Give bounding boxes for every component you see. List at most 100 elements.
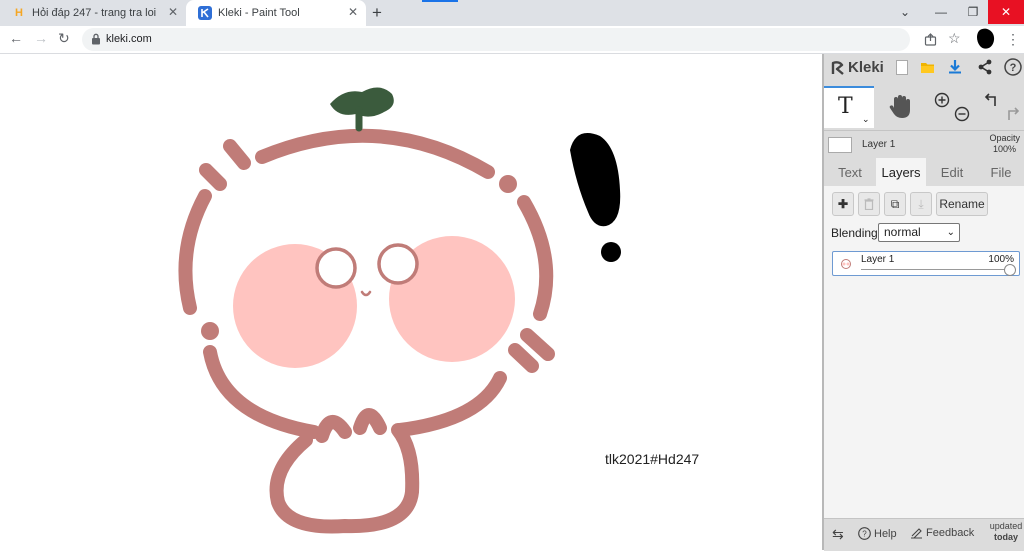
browser-toolbar: ← → ↻ kleki.com ☆ ⋮ xyxy=(0,26,1024,54)
bookmark-star-icon[interactable]: ☆ xyxy=(948,30,961,47)
canvas-artwork xyxy=(178,87,621,534)
layer-list-item[interactable]: Layer 1 100% xyxy=(832,251,1020,276)
layer-thumbnail xyxy=(828,137,852,153)
rename-layer-button[interactable]: Rename xyxy=(936,192,988,216)
tab-file[interactable]: File xyxy=(978,158,1024,186)
head-right-dot xyxy=(499,175,517,193)
tab-hoidap[interactable]: H Hỏi đáp 247 - trang tra loi ✕ xyxy=(0,0,186,26)
help-label: Help xyxy=(874,527,897,540)
trash-icon xyxy=(864,198,874,210)
undo-icon[interactable] xyxy=(984,92,1000,108)
layer-opacity-slider-track[interactable] xyxy=(861,269,1007,270)
help-link[interactable]: ? Help xyxy=(858,527,897,540)
blending-value: normal xyxy=(884,225,921,239)
chin-shape xyxy=(269,423,420,534)
updated-when: today xyxy=(993,532,1018,542)
updated-badge[interactable]: updated today xyxy=(988,521,1024,543)
browser-tab-strip: H Hỏi đáp 247 - trang tra loi ✕ Kleki - … xyxy=(0,0,1024,26)
exclamation-bar xyxy=(570,133,621,227)
zoom-out-icon[interactable] xyxy=(954,106,970,122)
close-tab-icon[interactable]: ✕ xyxy=(348,5,358,19)
lock-icon xyxy=(92,33,100,45)
kleki-logo: Kleki xyxy=(830,59,884,76)
tab-layers[interactable]: Layers xyxy=(876,158,926,186)
tool-row: T ⌄ xyxy=(824,86,1024,128)
tooth-right xyxy=(353,408,387,435)
forward-arrow-icon[interactable]: → xyxy=(34,30,48,46)
tooth-left xyxy=(315,415,352,443)
new-image-icon[interactable] xyxy=(896,60,908,75)
back-arrow-icon[interactable]: ← xyxy=(9,30,23,46)
duplicate-layer-button[interactable]: ⧉ xyxy=(884,192,906,216)
head-right-dash-2 xyxy=(520,328,555,361)
layer-item-name: Layer 1 xyxy=(861,254,895,265)
merge-layer-button[interactable]: ⤓ xyxy=(910,192,932,216)
text-tool-glyph: T xyxy=(838,94,853,119)
text-tool-button[interactable]: T ⌄ xyxy=(824,86,874,128)
redo-icon[interactable] xyxy=(1004,106,1020,122)
chevron-down-icon[interactable]: ⌄ xyxy=(862,114,870,125)
jaw-right xyxy=(393,371,507,437)
share-page-icon[interactable] xyxy=(924,33,937,46)
head-right-dash-1 xyxy=(508,343,539,373)
opacity-label: Opacity xyxy=(989,133,1020,143)
url-text: kleki.com xyxy=(106,33,152,45)
kleki-favicon-icon xyxy=(198,6,212,20)
help-icon[interactable]: ? xyxy=(1004,58,1022,76)
question-circle-icon: ? xyxy=(858,527,871,540)
close-window-button[interactable]: ✕ xyxy=(988,0,1024,24)
watermark-text: tlk2021#Hd247 xyxy=(605,451,700,467)
feedback-link[interactable]: Feedback xyxy=(910,527,974,539)
new-tab-button[interactable]: + xyxy=(372,3,382,23)
head-left-arc xyxy=(178,189,212,315)
loading-indicator xyxy=(422,0,458,2)
head-left-dash-1 xyxy=(199,163,227,191)
kleki-top-toolbar: Kleki ? xyxy=(824,54,1024,84)
more-menu-icon[interactable]: ⋮ xyxy=(1006,31,1020,48)
layer-item-thumbnail xyxy=(839,257,853,269)
current-layer-name: Layer 1 xyxy=(862,139,896,150)
swap-side-icon[interactable]: ⇆ xyxy=(832,526,844,543)
tab-edit[interactable]: Edit xyxy=(928,158,976,186)
nose xyxy=(360,290,372,297)
left-eye xyxy=(315,247,357,289)
tab-kleki[interactable]: Kleki - Paint Tool ✕ xyxy=(186,0,366,26)
open-folder-icon[interactable] xyxy=(920,60,935,74)
head-right-arc xyxy=(517,195,554,321)
head-top-arc xyxy=(255,128,495,179)
head-left-dot xyxy=(201,322,219,340)
profile-avatar[interactable] xyxy=(975,27,997,51)
hand-tool-icon[interactable] xyxy=(888,94,912,120)
layers-panel: ✚ ⧉ ⤓ Rename Blending normal ⌄ Layer 1 1… xyxy=(824,186,1024,518)
zoom-in-icon[interactable] xyxy=(934,92,950,108)
minimize-button[interactable]: — xyxy=(924,0,958,24)
exclamation-dot xyxy=(601,242,621,262)
tab-text[interactable]: Text xyxy=(826,158,874,186)
updated-label: updated xyxy=(989,521,1023,531)
blending-select[interactable]: normal ⌄ xyxy=(878,223,960,242)
tab-title: Hỏi đáp 247 - trang tra loi xyxy=(32,7,157,19)
address-bar[interactable]: kleki.com ☆ xyxy=(82,28,961,51)
kleki-logo-icon xyxy=(831,60,844,75)
right-eye xyxy=(377,243,419,285)
drawing-canvas[interactable]: tlk2021#Hd247 xyxy=(0,54,822,550)
layer-opacity-slider-handle[interactable] xyxy=(1004,264,1016,276)
svg-text:?: ? xyxy=(862,530,867,539)
reload-icon[interactable]: ↻ xyxy=(58,30,70,47)
svg-text:?: ? xyxy=(1010,62,1017,74)
blending-label: Blending xyxy=(831,226,878,240)
head-left-dash-2 xyxy=(223,139,251,170)
opacity-value: 100% xyxy=(992,144,1016,154)
restore-button[interactable]: ❐ xyxy=(956,0,990,24)
feedback-label: Feedback xyxy=(926,527,975,539)
share-icon[interactable] xyxy=(977,59,993,75)
kleki-side-panel: Kleki ? T ⌄ Layer 1 Opacity 100% Text La… xyxy=(822,54,1024,551)
close-tab-icon[interactable]: ✕ xyxy=(168,5,178,19)
tab-title: Kleki - Paint Tool xyxy=(218,7,300,19)
delete-layer-button[interactable] xyxy=(858,192,880,216)
pencil-note-icon xyxy=(911,528,922,539)
download-icon[interactable] xyxy=(948,59,962,74)
tab-search-dropdown-icon[interactable]: ⌄ xyxy=(888,0,922,24)
add-layer-button[interactable]: ✚ xyxy=(832,192,854,216)
chevron-down-icon: ⌄ xyxy=(946,227,955,238)
